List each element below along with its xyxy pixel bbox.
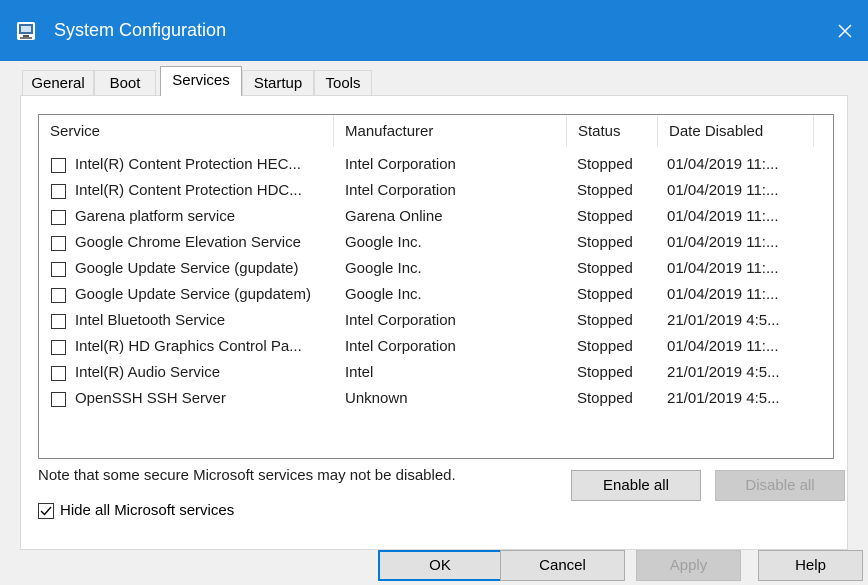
service-name: Intel(R) Content Protection HDC... [75, 182, 302, 199]
service-date-disabled: 21/01/2019 4:5... [667, 364, 780, 381]
window-title: System Configuration [54, 20, 227, 40]
service-manufacturer: Google Inc. [345, 234, 422, 251]
enable-all-button[interactable]: Enable all [571, 470, 701, 501]
service-status: Stopped [577, 156, 633, 173]
service-date-disabled: 01/04/2019 11:... [667, 338, 779, 355]
service-date-disabled: 01/04/2019 11:... [667, 234, 779, 251]
column-header-service[interactable]: Service [39, 115, 333, 147]
service-name: Intel(R) HD Graphics Control Pa... [75, 338, 302, 355]
service-name: Intel(R) Audio Service [75, 364, 221, 381]
service-name: OpenSSH SSH Server [75, 390, 226, 407]
service-row[interactable]: Garena platform service Garena Online Stop… [39, 205, 833, 231]
hide-microsoft-services-label: Hide all Microsoft services [60, 502, 235, 519]
service-date-disabled: 01/04/2019 11:... [667, 286, 779, 303]
service-row[interactable]: Intel(R) Content Protection HEC... Intel … [39, 153, 833, 179]
column-header-status[interactable]: Status [567, 115, 657, 147]
service-row[interactable]: Google Update Service (gupdate) Google In… [39, 257, 833, 283]
service-manufacturer: Garena Online [345, 208, 443, 225]
service-row[interactable]: Intel(R) HD Graphics Control Pa... Intel … [39, 335, 833, 361]
close-button[interactable] [822, 0, 868, 61]
service-status: Stopped [577, 390, 633, 407]
service-manufacturer: Intel Corporation [345, 338, 456, 355]
service-row[interactable]: Intel(R) Content Protection HDC... Intel … [39, 179, 833, 205]
service-checkbox[interactable] [51, 392, 66, 407]
column-header-date-disabled[interactable]: Date Disabled [658, 115, 813, 147]
service-date-disabled: 01/04/2019 11:... [667, 208, 779, 225]
service-name: Google Chrome Elevation Service [75, 234, 301, 251]
tab-label: General [31, 75, 85, 92]
service-checkbox[interactable] [51, 314, 66, 329]
tab-boot[interactable]: Boot [94, 70, 156, 96]
service-status: Stopped [577, 286, 633, 303]
service-checkbox[interactable] [51, 210, 66, 225]
service-row[interactable]: Intel Bluetooth Service Intel Corporation… [39, 309, 833, 335]
service-checkbox[interactable] [51, 262, 66, 277]
service-checkbox[interactable] [51, 340, 66, 355]
service-checkbox[interactable] [51, 366, 66, 381]
service-status: Stopped [577, 364, 633, 381]
ok-button[interactable]: OK [378, 550, 502, 581]
service-status: Stopped [577, 234, 633, 251]
tab-tools[interactable]: Tools [314, 70, 372, 96]
service-checkbox[interactable] [51, 236, 66, 251]
service-name: Intel(R) Content Protection HEC... [75, 156, 301, 173]
tab-label: Tools [325, 75, 361, 92]
service-status: Stopped [577, 312, 633, 329]
service-manufacturer: Intel Corporation [345, 312, 456, 329]
column-header-manufacturer[interactable]: Manufacturer [334, 115, 566, 147]
service-date-disabled: 01/04/2019 11:... [667, 182, 779, 199]
help-button[interactable]: Help [758, 550, 863, 581]
service-checkbox[interactable] [51, 158, 66, 173]
close-icon [838, 23, 852, 38]
disable-all-button[interactable]: Disable all [715, 470, 845, 501]
tab-label: Startup [253, 75, 303, 92]
tab-startup[interactable]: Startup [242, 70, 314, 96]
service-checkbox[interactable] [51, 288, 66, 303]
tab-general[interactable]: General [22, 70, 94, 96]
msconfig-icon [17, 22, 35, 40]
cancel-button[interactable]: Cancel [500, 550, 625, 581]
service-name: Google Update Service (gupdatem) [75, 286, 311, 303]
tab-label: Services [172, 72, 230, 89]
service-name: Intel Bluetooth Service [75, 312, 226, 329]
service-date-disabled: 21/01/2019 4:5... [667, 312, 780, 329]
service-status: Stopped [577, 338, 633, 355]
service-row[interactable]: Google Chrome Elevation Service Google In… [39, 231, 833, 257]
service-row[interactable]: OpenSSH SSH Server Unknown Stopped 21/01/20… [39, 387, 833, 413]
service-name: Garena platform service [75, 208, 236, 225]
service-status: Stopped [577, 208, 633, 225]
service-date-disabled: 21/01/2019 4:5... [667, 390, 780, 407]
secure-services-note: Note that some secure Microsoft services… [38, 467, 456, 484]
service-date-disabled: 01/04/2019 11:... [667, 260, 779, 277]
service-manufacturer: Unknown [345, 390, 408, 407]
checkbox-checked-icon [38, 503, 54, 519]
service-manufacturer: Google Inc. [345, 286, 422, 303]
service-name: Google Update Service (gupdate) [75, 260, 299, 277]
service-manufacturer: Google Inc. [345, 260, 422, 277]
column-separator[interactable] [813, 115, 814, 147]
title-bar: System Configuration [0, 0, 868, 61]
tab-services[interactable]: Services [160, 66, 242, 96]
service-status: Stopped [577, 260, 633, 277]
service-row[interactable]: Intel(R) Audio Service Intel Stopped 21/01/… [39, 361, 833, 387]
service-date-disabled: 01/04/2019 11:... [667, 156, 779, 173]
apply-button[interactable]: Apply [636, 550, 741, 581]
service-row[interactable]: Google Update Service (gupdatem) Google I… [39, 283, 833, 309]
service-status: Stopped [577, 182, 633, 199]
service-manufacturer: Intel [345, 364, 374, 381]
services-list[interactable]: Service Manufacturer Status Date Disable… [38, 114, 834, 459]
service-manufacturer: Intel Corporation [345, 182, 456, 199]
tab-label: Boot [109, 75, 141, 92]
service-checkbox[interactable] [51, 184, 66, 199]
service-manufacturer: Intel Corporation [345, 156, 456, 173]
